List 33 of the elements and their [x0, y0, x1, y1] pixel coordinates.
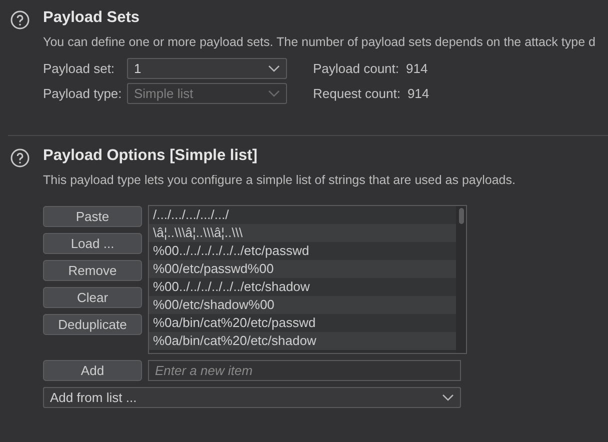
list-action-button[interactable]: Deduplicate — [43, 314, 142, 335]
list-action-button[interactable]: Clear — [43, 287, 142, 308]
section-title: Payload Sets — [43, 8, 140, 28]
list-action-button[interactable]: Paste — [43, 206, 142, 227]
dropdown[interactable]: Add from list ... — [43, 387, 461, 408]
list-item[interactable]: %00../../../../../../etc/passwd — [149, 242, 456, 260]
help-icon[interactable] — [10, 148, 30, 168]
section-title: Payload Options [Simple list] — [43, 146, 258, 166]
field-label: Payload set: — [43, 61, 116, 76]
count-value: 914 — [407, 86, 430, 101]
count-label: Payload count: — [313, 61, 400, 76]
list-item[interactable]: \â¦..\\\â¦..\\\â¦..\\\ — [149, 224, 456, 242]
field-label: Payload type: — [43, 86, 123, 101]
add-button[interactable]: Add — [43, 360, 142, 381]
list-item[interactable]: %00/etc/passwd%00 — [149, 260, 456, 278]
list-action-button[interactable]: Remove — [43, 260, 142, 281]
list-item[interactable]: /.../.../.../.../.../ — [149, 206, 456, 224]
section-description: This payload type lets you configure a simple list of strings that are used as payloads. — [43, 173, 516, 189]
dropdown[interactable]: 1 — [127, 58, 287, 79]
list-item[interactable]: %00/etc/shadow%00 — [149, 296, 456, 314]
new-item-field[interactable]: Enter a new item — [148, 360, 461, 381]
scrollbar-thumb[interactable] — [458, 208, 464, 224]
list-item[interactable]: %0a/bin/cat%20/etc/passwd — [149, 314, 456, 332]
help-icon[interactable] — [10, 10, 30, 30]
list-action-button[interactable]: Load ... — [43, 233, 142, 254]
section-description: You can define one or more payload sets. The number of payload sets depends on the attack type d — [43, 35, 596, 51]
chevron-down-icon — [268, 90, 280, 97]
chevron-down-icon — [442, 394, 454, 401]
list-item[interactable]: %00../../../../../../etc/shadow — [149, 278, 456, 296]
list-item[interactable]: %0a/bin/cat%20/etc/shadow — [149, 332, 456, 350]
count-value: 914 — [406, 61, 428, 76]
chevron-down-icon — [268, 65, 280, 72]
count-label: Request count: — [313, 86, 400, 101]
